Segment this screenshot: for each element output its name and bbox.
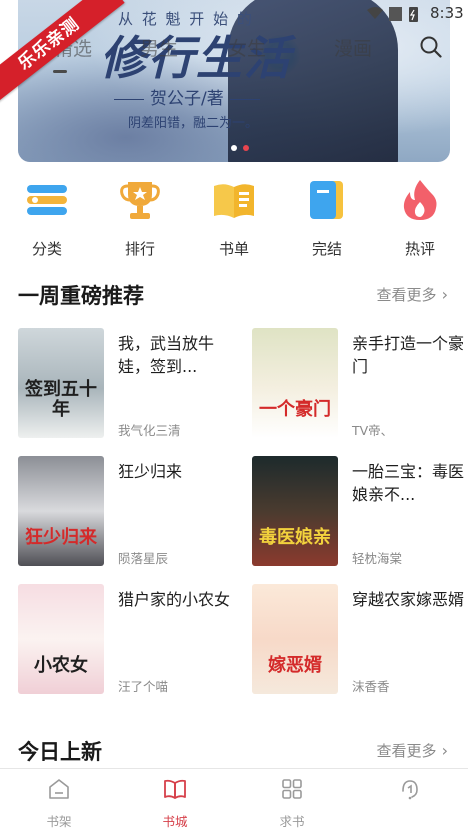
book-author: TV帝、 bbox=[352, 423, 394, 438]
status-time: 8:33 bbox=[430, 4, 464, 22]
book-cover-title: 签到五十年 bbox=[25, 379, 97, 420]
nav-bookstore[interactable]: 书城 bbox=[135, 777, 215, 830]
book-cover: 狂少归来 bbox=[18, 456, 104, 566]
book-cover-title: 小农女 bbox=[34, 655, 88, 676]
category-label: 书单 bbox=[218, 240, 249, 258]
flame-icon bbox=[403, 180, 437, 220]
book-cover-title: 嫁恶婿 bbox=[268, 655, 322, 676]
weekly-see-more-link[interactable]: 查看更多 bbox=[377, 284, 449, 305]
book-author: 轻枕海棠 bbox=[352, 551, 403, 566]
book-icon bbox=[164, 779, 186, 799]
book-author: 沫香香 bbox=[352, 679, 390, 694]
bottom-navigation: 书架 书城 求书 bbox=[0, 768, 468, 832]
book-cover-title: 一个豪门 bbox=[259, 399, 331, 420]
book-open-icon bbox=[214, 184, 254, 218]
today-section-title: 今日上新 bbox=[18, 740, 102, 764]
today-see-more-link[interactable]: 查看更多 bbox=[377, 740, 449, 761]
book-title: 穿越农家嫁恶婿 bbox=[352, 590, 464, 609]
category-label: 热评 bbox=[404, 240, 435, 258]
nav-label: 书城 bbox=[162, 814, 188, 829]
nav-label: 书架 bbox=[46, 814, 72, 829]
nav-bookshelf[interactable]: 书架 bbox=[19, 777, 99, 830]
tab-active-indicator bbox=[53, 70, 67, 73]
category-hot-reviews[interactable]: 热评 bbox=[380, 170, 460, 259]
status-icons bbox=[367, 7, 418, 22]
category-completed[interactable]: 完结 bbox=[287, 170, 367, 259]
nav-request-book[interactable]: 求书 bbox=[252, 777, 332, 830]
category-ranking[interactable]: 排行 bbox=[100, 170, 180, 259]
book-card[interactable]: 一个豪门 亲手打造一个豪门 TV帝、 bbox=[252, 328, 467, 440]
book-card[interactable]: 签到五十年 我，武当放牛娃，签到... 我气化三清 bbox=[18, 328, 233, 440]
notebook-icon bbox=[310, 181, 343, 219]
headset-icon bbox=[402, 780, 418, 800]
book-author: 汪了个喵 bbox=[118, 679, 169, 694]
tab-comics[interactable]: 漫画 bbox=[334, 34, 372, 61]
book-title: 我，武当放牛娃，签到... bbox=[118, 334, 215, 376]
category-label: 完结 bbox=[311, 240, 342, 258]
book-cover: 签到五十年 bbox=[18, 328, 104, 438]
nav-listen[interactable] bbox=[370, 777, 450, 811]
search-icon[interactable] bbox=[420, 36, 442, 58]
book-cover: 嫁恶婿 bbox=[252, 584, 338, 694]
trophy-icon bbox=[120, 182, 160, 219]
carousel-dot bbox=[231, 145, 237, 151]
book-cover-title: 狂少归来 bbox=[25, 527, 97, 548]
top-tab-bar: 精选 男生 女生 漫画 bbox=[48, 34, 468, 60]
book-title: 亲手打造一个豪门 bbox=[352, 334, 464, 376]
book-card[interactable]: 毒医娘亲 一胎三宝：毒医娘亲不... 轻枕海棠 bbox=[252, 456, 467, 568]
category-label: 分类 bbox=[31, 240, 62, 258]
category-booklist[interactable]: 书单 bbox=[194, 170, 274, 259]
nav-label: 求书 bbox=[279, 814, 305, 829]
category-shortcuts: 分类 排行 书单 完结 热评 bbox=[0, 170, 468, 260]
grid-icon bbox=[282, 779, 302, 799]
book-cover: 毒医娘亲 bbox=[252, 456, 338, 566]
wifi-icon bbox=[367, 7, 383, 19]
book-cover: 一个豪门 bbox=[252, 328, 338, 438]
carousel-dot-active bbox=[243, 145, 249, 151]
category-classify[interactable]: 分类 bbox=[7, 170, 87, 259]
carousel-indicator bbox=[231, 145, 249, 151]
book-author: 陨落星辰 bbox=[118, 551, 169, 566]
bookshelf-icon bbox=[49, 779, 69, 799]
banner-slogan: 阴差阳错，融二为一。 bbox=[128, 116, 259, 131]
book-card[interactable]: 小农女 猎户家的小农女 汪了个喵 bbox=[18, 584, 233, 696]
book-cover: 小农女 bbox=[18, 584, 104, 694]
list-icon bbox=[27, 185, 67, 215]
book-card[interactable]: 狂少归来 狂少归来 陨落星辰 bbox=[18, 456, 233, 568]
book-card[interactable]: 嫁恶婿 穿越农家嫁恶婿 沫香香 bbox=[252, 584, 467, 696]
tab-male[interactable]: 男生 bbox=[140, 34, 178, 61]
book-title: 狂少归来 bbox=[118, 462, 183, 481]
category-label: 排行 bbox=[124, 240, 155, 258]
tab-female[interactable]: 女生 bbox=[228, 34, 266, 61]
book-title: 一胎三宝：毒医娘亲不... bbox=[352, 462, 464, 504]
banner-author: 贺公子/著 bbox=[108, 84, 266, 109]
book-author: 我气化三清 bbox=[118, 423, 181, 438]
weekly-section-title: 一周重磅推荐 bbox=[18, 284, 144, 308]
book-title: 猎户家的小农女 bbox=[118, 590, 230, 609]
book-cover-title: 毒医娘亲 bbox=[259, 527, 331, 548]
signal-icon bbox=[389, 7, 402, 21]
